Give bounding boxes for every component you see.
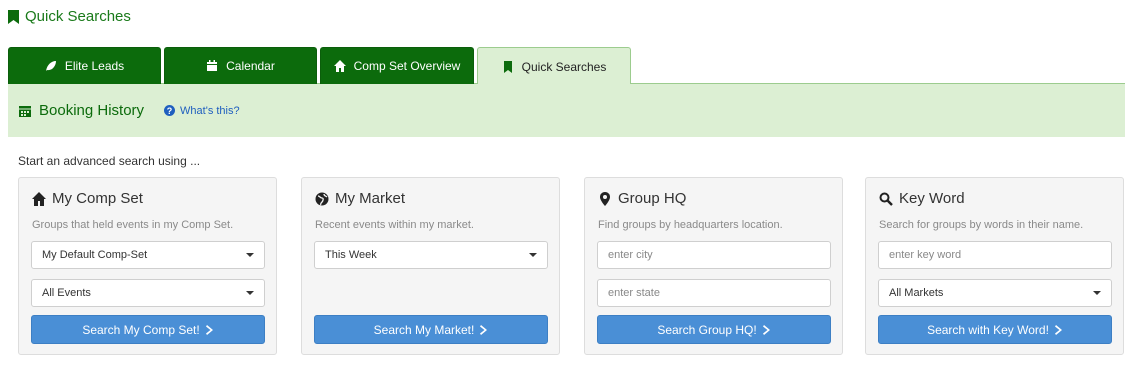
section-title: Booking History [18,102,144,119]
card-description: Search for groups by words in their name… [879,219,1084,231]
section-title-label: Booking History [39,102,145,119]
select-value: All Markets [889,287,944,299]
key-word-card: Key Word Search for groups by words in t… [865,177,1124,355]
card-title-label: My Market [335,190,406,207]
tab-label: Calendar [226,59,275,73]
home-icon [333,60,346,72]
tab-quick-searches[interactable]: Quick Searches [477,47,631,85]
card-description: Groups that held events in my Comp Set. [32,219,234,231]
key-word-input[interactable]: enter key word [878,241,1112,269]
chevron-right-icon [762,324,770,335]
card-title-label: Key Word [899,190,965,207]
booking-history-bar: Booking History ? What's this? [8,84,1125,137]
button-label: Search with Key Word! [927,322,1049,337]
tab-calendar[interactable]: Calendar [164,47,317,84]
caret-down-icon [1093,291,1101,295]
question-icon: ? [164,105,176,116]
card-title: My Comp Set [32,190,143,207]
caret-down-icon [246,253,254,257]
whats-this-label: What's this? [180,104,240,117]
card-description: Recent events within my market. [315,219,474,231]
tab-label: Quick Searches [521,59,607,74]
input-placeholder: enter city [608,249,653,261]
select-value: This Week [325,249,377,261]
tab-label: Elite Leads [64,59,125,73]
events-select[interactable]: All Events [31,279,265,307]
markets-select[interactable]: All Markets [878,279,1112,307]
page-title: Quick Searches [8,8,131,25]
search-group-hq-button[interactable]: Search Group HQ! [597,315,831,344]
search-market-button[interactable]: Search My Market! [314,315,548,344]
select-value: All Events [42,287,91,299]
bookmark-icon [503,60,512,73]
card-title-label: My Comp Set [52,190,143,207]
intro-text: Start an advanced search using ... [18,154,201,168]
button-label: Search My Comp Set! [82,322,200,337]
tab-bar: Elite Leads Calendar Comp Set Overview Q… [8,47,1125,85]
state-input[interactable]: enter state [597,279,831,307]
page-title-label: Quick Searches [25,8,131,25]
tab-label: Comp Set Overview [353,59,461,73]
tab-elite-leads[interactable]: Elite Leads [8,47,161,84]
comp-set-card: My Comp Set Groups that held events in m… [18,177,277,355]
leaf-icon [45,61,56,71]
caret-down-icon [529,253,537,257]
select-value: My Default Comp-Set [42,249,148,261]
card-description: Find groups by headquarters location. [598,219,783,231]
caret-down-icon [246,291,254,295]
chevron-right-icon [1054,324,1062,335]
search-comp-set-button[interactable]: Search My Comp Set! [31,315,265,344]
calendar-icon [207,60,218,71]
home-icon [32,191,46,206]
card-title: Group HQ [598,190,686,207]
bookmark-icon [8,9,19,24]
calendar-icon [19,105,31,117]
group-hq-card: Group HQ Find groups by headquarters loc… [584,177,843,355]
card-title-label: Group HQ [618,190,687,207]
timeframe-select[interactable]: This Week [314,241,548,269]
card-title: Key Word [879,190,965,207]
comp-set-select[interactable]: My Default Comp-Set [31,241,265,269]
whats-this-link[interactable]: ? What's this? [164,105,240,117]
card-title: My Market [315,190,405,207]
city-input[interactable]: enter city [597,241,831,269]
input-placeholder: enter state [608,287,660,299]
search-icon [879,192,893,206]
search-key-word-button[interactable]: Search with Key Word! [878,315,1112,344]
map-marker-icon [600,191,610,206]
market-card: My Market Recent events within my market… [301,177,560,355]
button-label: Search My Market! [373,322,475,337]
chevron-right-icon [205,324,213,335]
globe-icon [315,192,329,205]
tab-comp-set-overview[interactable]: Comp Set Overview [320,47,474,84]
chevron-right-icon [480,324,488,335]
input-placeholder: enter key word [889,249,962,261]
button-label: Search Group HQ! [657,322,757,337]
